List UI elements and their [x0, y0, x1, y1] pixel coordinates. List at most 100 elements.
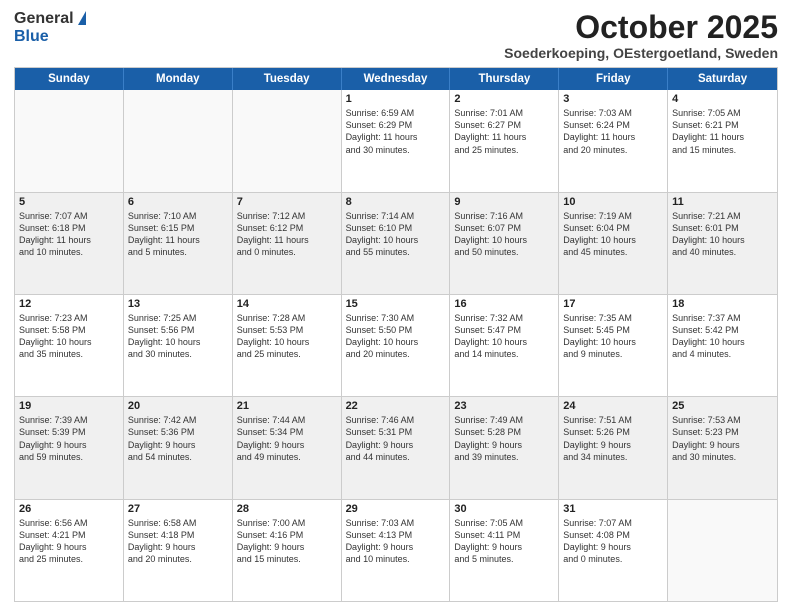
header-day-friday: Friday	[559, 68, 668, 90]
header-day-tuesday: Tuesday	[233, 68, 342, 90]
day-number: 23	[454, 400, 554, 412]
calendar-cell: 6 Sunrise: 7:10 AM Sunset: 6:15 PM Daylig…	[124, 193, 233, 294]
calendar-cell: 8 Sunrise: 7:14 AM Sunset: 6:10 PM Daylig…	[342, 193, 451, 294]
calendar-cell: 23 Sunrise: 7:49 AM Sunset: 5:28 PM Dayli…	[450, 397, 559, 498]
day-info: Sunrise: 7:53 AM Sunset: 5:23 PM Dayligh…	[672, 414, 773, 463]
logo: General Blue	[14, 10, 86, 46]
day-number: 8	[346, 196, 446, 208]
calendar-cell	[15, 90, 124, 191]
day-info: Sunrise: 7:00 AM Sunset: 4:16 PM Dayligh…	[237, 517, 337, 566]
logo-general-text: General	[14, 10, 74, 28]
day-info: Sunrise: 7:03 AM Sunset: 4:13 PM Dayligh…	[346, 517, 446, 566]
calendar-cell: 29 Sunrise: 7:03 AM Sunset: 4:13 PM Dayli…	[342, 500, 451, 601]
day-number: 26	[19, 503, 119, 515]
calendar-cell: 14 Sunrise: 7:28 AM Sunset: 5:53 PM Dayli…	[233, 295, 342, 396]
day-info: Sunrise: 6:56 AM Sunset: 4:21 PM Dayligh…	[19, 517, 119, 566]
calendar-cell: 18Sunrise: 7:37 AM Sunset: 5:42 PM Dayli…	[668, 295, 777, 396]
calendar-cell: 31 Sunrise: 7:07 AM Sunset: 4:08 PM Dayli…	[559, 500, 668, 601]
day-info: Sunrise: 7:37 AM Sunset: 5:42 PM Dayligh…	[672, 312, 773, 361]
day-info: Sunrise: 7:16 AM Sunset: 6:07 PM Dayligh…	[454, 210, 554, 259]
day-info: Sunrise: 7:07 AM Sunset: 4:08 PM Dayligh…	[563, 517, 663, 566]
calendar-cell	[233, 90, 342, 191]
calendar-cell: 17Sunrise: 7:35 AM Sunset: 5:45 PM Dayli…	[559, 295, 668, 396]
day-info: Sunrise: 7:46 AM Sunset: 5:31 PM Dayligh…	[346, 414, 446, 463]
day-info: Sunrise: 7:44 AM Sunset: 5:34 PM Dayligh…	[237, 414, 337, 463]
calendar-cell: 15 Sunrise: 7:30 AM Sunset: 5:50 PM Dayli…	[342, 295, 451, 396]
calendar-row-1: 1 Sunrise: 6:59 AM Sunset: 6:29 PM Daylig…	[15, 90, 777, 192]
calendar-cell: 19 Sunrise: 7:39 AM Sunset: 5:39 PM Dayli…	[15, 397, 124, 498]
calendar-cell: 12 Sunrise: 7:23 AM Sunset: 5:58 PM Dayli…	[15, 295, 124, 396]
day-info: Sunrise: 6:58 AM Sunset: 4:18 PM Dayligh…	[128, 517, 228, 566]
day-number: 2	[454, 93, 554, 105]
day-number: 4	[672, 93, 773, 105]
day-number: 20	[128, 400, 228, 412]
calendar-row-5: 26 Sunrise: 6:56 AM Sunset: 4:21 PM Dayli…	[15, 500, 777, 601]
day-number: 10	[563, 196, 663, 208]
header-day-saturday: Saturday	[668, 68, 777, 90]
day-number: 17	[563, 298, 663, 310]
calendar-cell: 27Sunrise: 6:58 AM Sunset: 4:18 PM Dayli…	[124, 500, 233, 601]
calendar-cell: 10 Sunrise: 7:19 AM Sunset: 6:04 PM Dayli…	[559, 193, 668, 294]
calendar-cell: 9 Sunrise: 7:16 AM Sunset: 6:07 PM Daylig…	[450, 193, 559, 294]
day-info: Sunrise: 7:28 AM Sunset: 5:53 PM Dayligh…	[237, 312, 337, 361]
header-day-monday: Monday	[124, 68, 233, 90]
day-info: Sunrise: 7:19 AM Sunset: 6:04 PM Dayligh…	[563, 210, 663, 259]
day-info: Sunrise: 7:14 AM Sunset: 6:10 PM Dayligh…	[346, 210, 446, 259]
day-number: 31	[563, 503, 663, 515]
calendar-body: 1 Sunrise: 6:59 AM Sunset: 6:29 PM Daylig…	[15, 90, 777, 601]
header-day-thursday: Thursday	[450, 68, 559, 90]
day-number: 1	[346, 93, 446, 105]
day-number: 11	[672, 196, 773, 208]
day-info: Sunrise: 7:32 AM Sunset: 5:47 PM Dayligh…	[454, 312, 554, 361]
calendar-cell: 7Sunrise: 7:12 AM Sunset: 6:12 PM Daylig…	[233, 193, 342, 294]
calendar-cell	[124, 90, 233, 191]
day-number: 30	[454, 503, 554, 515]
day-number: 19	[19, 400, 119, 412]
day-info: Sunrise: 7:30 AM Sunset: 5:50 PM Dayligh…	[346, 312, 446, 361]
calendar-cell: 11 Sunrise: 7:21 AM Sunset: 6:01 PM Dayli…	[668, 193, 777, 294]
logo-triangle-icon	[78, 11, 86, 25]
calendar-cell: 21Sunrise: 7:44 AM Sunset: 5:34 PM Dayli…	[233, 397, 342, 498]
day-number: 9	[454, 196, 554, 208]
day-info: Sunrise: 7:07 AM Sunset: 6:18 PM Dayligh…	[19, 210, 119, 259]
day-number: 3	[563, 93, 663, 105]
calendar-cell: 16 Sunrise: 7:32 AM Sunset: 5:47 PM Dayli…	[450, 295, 559, 396]
day-info: Sunrise: 7:49 AM Sunset: 5:28 PM Dayligh…	[454, 414, 554, 463]
calendar-cell: 20Sunrise: 7:42 AM Sunset: 5:36 PM Dayli…	[124, 397, 233, 498]
title-area: October 2025 Soederkoeping, OEstergoetla…	[504, 10, 778, 61]
day-number: 24	[563, 400, 663, 412]
day-info: Sunrise: 7:10 AM Sunset: 6:15 PM Dayligh…	[128, 210, 228, 259]
calendar-row-4: 19 Sunrise: 7:39 AM Sunset: 5:39 PM Dayli…	[15, 397, 777, 499]
day-number: 6	[128, 196, 228, 208]
calendar-cell: 30 Sunrise: 7:05 AM Sunset: 4:11 PM Dayli…	[450, 500, 559, 601]
page: General Blue October 2025 Soederkoeping,…	[0, 0, 792, 612]
day-number: 25	[672, 400, 773, 412]
day-number: 7	[237, 196, 337, 208]
calendar: SundayMondayTuesdayWednesdayThursdayFrid…	[14, 67, 778, 602]
header-day-sunday: Sunday	[15, 68, 124, 90]
day-info: Sunrise: 7:39 AM Sunset: 5:39 PM Dayligh…	[19, 414, 119, 463]
day-info: Sunrise: 7:05 AM Sunset: 4:11 PM Dayligh…	[454, 517, 554, 566]
day-number: 14	[237, 298, 337, 310]
location-title: Soederkoeping, OEstergoetland, Sweden	[504, 45, 778, 61]
day-number: 12	[19, 298, 119, 310]
calendar-cell: 4 Sunrise: 7:05 AM Sunset: 6:21 PM Daylig…	[668, 90, 777, 191]
calendar-row-2: 5Sunrise: 7:07 AM Sunset: 6:18 PM Daylig…	[15, 193, 777, 295]
day-number: 16	[454, 298, 554, 310]
day-info: Sunrise: 7:05 AM Sunset: 6:21 PM Dayligh…	[672, 107, 773, 156]
day-info: Sunrise: 7:23 AM Sunset: 5:58 PM Dayligh…	[19, 312, 119, 361]
day-number: 13	[128, 298, 228, 310]
header: General Blue October 2025 Soederkoeping,…	[14, 10, 778, 61]
calendar-header: SundayMondayTuesdayWednesdayThursdayFrid…	[15, 68, 777, 90]
calendar-cell: 28Sunrise: 7:00 AM Sunset: 4:16 PM Dayli…	[233, 500, 342, 601]
day-info: Sunrise: 6:59 AM Sunset: 6:29 PM Dayligh…	[346, 107, 446, 156]
day-info: Sunrise: 7:21 AM Sunset: 6:01 PM Dayligh…	[672, 210, 773, 259]
calendar-cell: 2Sunrise: 7:01 AM Sunset: 6:27 PM Daylig…	[450, 90, 559, 191]
day-number: 15	[346, 298, 446, 310]
day-info: Sunrise: 7:25 AM Sunset: 5:56 PM Dayligh…	[128, 312, 228, 361]
calendar-cell: 26 Sunrise: 6:56 AM Sunset: 4:21 PM Dayli…	[15, 500, 124, 601]
logo-blue-text: Blue	[14, 28, 49, 46]
calendar-cell	[668, 500, 777, 601]
day-number: 29	[346, 503, 446, 515]
month-title: October 2025	[504, 10, 778, 45]
